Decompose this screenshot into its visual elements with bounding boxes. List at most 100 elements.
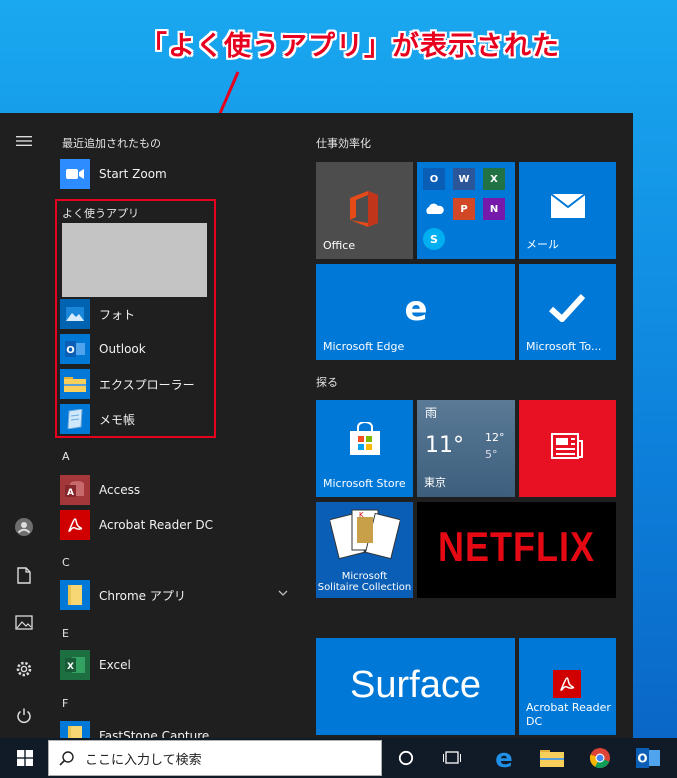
weather-temp: 11° (425, 433, 464, 458)
acrobat-icon (553, 670, 581, 698)
tile-group-productivity[interactable]: 仕事効率化 (316, 135, 371, 151)
frequent-header: よく使うアプリ (62, 207, 139, 220)
app-faststone[interactable]: FastStone Capture (60, 719, 296, 738)
folder-icon (60, 580, 90, 610)
app-notepad[interactable]: メモ帳 (60, 402, 296, 436)
svg-text:O: O (66, 345, 75, 356)
tile-solitaire[interactable]: K Microsoft Solitaire Collection (316, 502, 413, 598)
app-label: Acrobat Reader DC (99, 518, 213, 532)
svg-text:A: A (67, 488, 74, 498)
letter-c[interactable]: C (62, 556, 70, 569)
app-label: FastStone Capture (99, 729, 210, 738)
app-label: Chrome アプリ (99, 588, 186, 603)
app-access[interactable]: A Access (60, 473, 296, 507)
settings-icon[interactable] (8, 653, 40, 685)
onenote-icon: N (483, 198, 505, 220)
access-icon: A (60, 475, 90, 505)
document-icon[interactable] (8, 559, 40, 591)
letter-e[interactable]: E (62, 627, 69, 640)
folder-icon (60, 721, 90, 738)
recent-header: 最近追加されたもの (62, 137, 161, 150)
app-start-zoom[interactable]: Start Zoom (60, 157, 296, 191)
search-box[interactable]: ここに入力して検索 (48, 740, 382, 776)
app-chrome-apps[interactable]: Chrome アプリ (60, 578, 296, 612)
letter-a[interactable]: A (62, 450, 70, 463)
app-acrobat[interactable]: Acrobat Reader DC (60, 508, 296, 542)
tile-group-explore[interactable]: 探る (316, 374, 338, 390)
search-icon (59, 751, 74, 766)
onedrive-icon (423, 198, 445, 220)
playing-cards-icon: K (330, 509, 400, 560)
tile-acrobat-reader[interactable]: Acrobat Reader DC (519, 638, 616, 735)
annotation-callout: 「よく使うアプリ」が表示された (0, 0, 677, 192)
file-explorer-icon (60, 369, 90, 399)
netflix-logo: NETFLIX (438, 522, 595, 570)
app-label: Access (99, 483, 141, 497)
letter-f[interactable]: F (62, 697, 68, 710)
notepad-icon (60, 404, 90, 434)
app-label: フォト (99, 307, 136, 322)
tile-label: Microsoft Solitaire Collection (317, 571, 412, 593)
windows-icon[interactable] (3, 742, 47, 774)
file-explorer-icon[interactable] (532, 742, 572, 774)
app-label: メモ帳 (99, 412, 136, 427)
tile-label: Office (323, 239, 356, 252)
office-icon (350, 191, 378, 227)
app-list: 最近追加されたもの Start Zoom よく使うアプリ フォト O Outlo… (48, 113, 300, 738)
tile-label: Acrobat Reader DC (526, 701, 611, 728)
tile-microsoft-store[interactable]: Microsoft Store (316, 400, 413, 497)
outlook-icon[interactable]: O (628, 742, 668, 774)
power-icon[interactable] (8, 700, 40, 732)
weather-high: 12° (485, 431, 505, 444)
tile-office[interactable]: Office (316, 162, 413, 259)
edge-icon[interactable]: e (484, 742, 524, 774)
tiles-area: 仕事効率化 Office O W X P N S メール e Microsoft… (300, 113, 633, 738)
app-label: エクスプローラー (99, 377, 195, 392)
svg-text:e: e (404, 292, 427, 324)
chevron-down-icon[interactable] (278, 589, 288, 597)
start-menu: 最近追加されたもの Start Zoom よく使うアプリ フォト O Outlo… (0, 113, 633, 738)
app-file-explorer[interactable]: エクスプローラー (60, 367, 296, 401)
skype-icon: S (423, 228, 445, 250)
app-outlook[interactable]: O Outlook (60, 332, 296, 366)
svg-text:e: e (495, 746, 513, 770)
hamburger-icon[interactable] (8, 125, 40, 157)
pictures-icon[interactable] (8, 606, 40, 638)
word-icon: W (453, 168, 475, 190)
weather-condition: 雨 (425, 406, 438, 420)
outlook-icon: O (60, 334, 90, 364)
edge-icon: e (404, 292, 427, 324)
acrobat-icon (60, 510, 90, 540)
app-label: Excel (99, 658, 131, 672)
start-rail (0, 113, 48, 738)
tile-news[interactable] (519, 400, 616, 497)
app-photos[interactable]: フォト (60, 297, 296, 331)
weather-city: 東京 (424, 476, 446, 489)
app-excel[interactable]: X Excel (60, 648, 296, 682)
store-icon (350, 422, 380, 455)
svg-text:K: K (359, 511, 364, 519)
tile-label: メール (526, 238, 559, 251)
user-icon[interactable] (8, 511, 40, 543)
photos-icon (60, 299, 90, 329)
tile-netflix[interactable]: NETFLIX (417, 502, 616, 598)
app-label: Outlook (99, 342, 146, 356)
news-icon (551, 433, 583, 459)
mail-icon (550, 193, 586, 218)
tile-microsoft-todo[interactable]: Microsoft To... (519, 264, 616, 360)
tile-weather[interactable]: 雨 11° 12° 5° 東京 (417, 400, 515, 497)
tile-microsoft-edge[interactable]: e Microsoft Edge (316, 264, 515, 360)
tile-surface[interactable]: Surface (316, 638, 515, 735)
svg-text:X: X (67, 662, 74, 672)
checkmark-icon (549, 293, 585, 322)
app-label: Start Zoom (99, 167, 167, 181)
chrome-icon[interactable] (580, 742, 620, 774)
cortana-icon[interactable] (386, 742, 426, 774)
tile-office-apps-folder[interactable]: O W X P N S (417, 162, 515, 259)
taskbar: ここに入力して検索 e O (0, 738, 677, 778)
search-placeholder: ここに入力して検索 (85, 752, 202, 768)
surface-logo: Surface (350, 664, 481, 706)
tile-label: Microsoft Store (323, 477, 406, 490)
task-view-icon[interactable] (432, 742, 472, 774)
tile-mail[interactable]: メール (519, 162, 616, 259)
